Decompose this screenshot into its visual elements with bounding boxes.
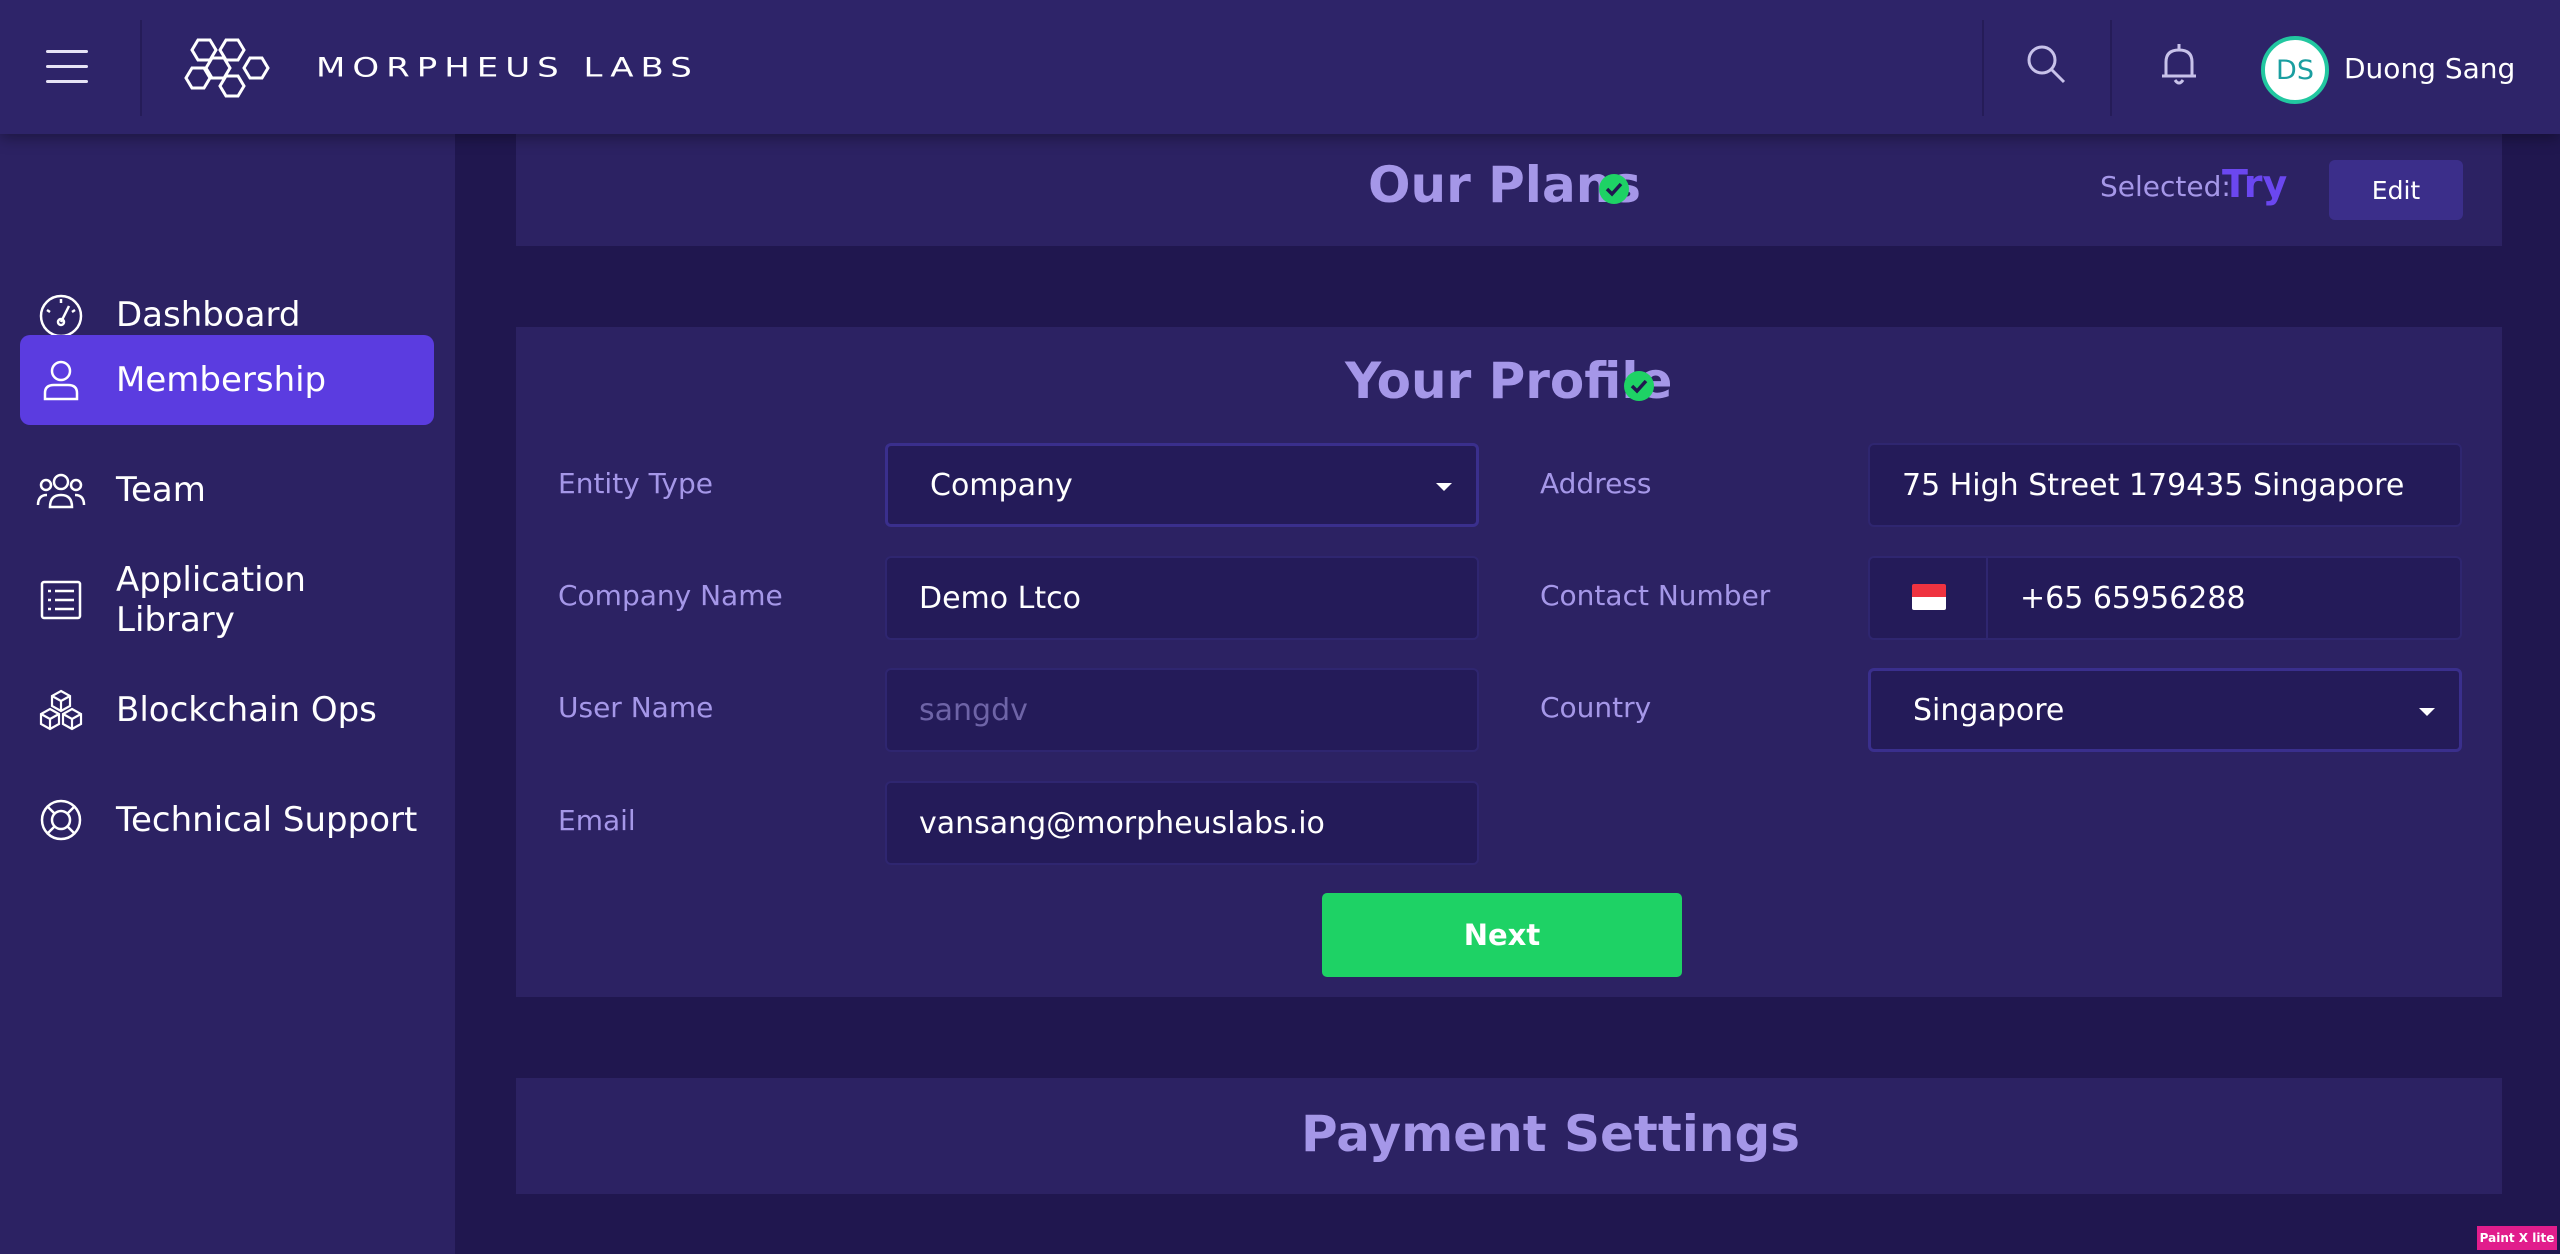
search-icon[interactable] (2022, 40, 2072, 90)
user-name[interactable]: Duong Sang (2344, 52, 2515, 85)
sidebar-item-application-library[interactable]: Application Library (20, 555, 434, 645)
sidebar-item-label: Membership (116, 360, 327, 400)
contact-number-label: Contact Number (1540, 579, 1771, 612)
payment-title: Payment Settings (1301, 1105, 1801, 1163)
entity-type-value: Company (930, 467, 1073, 503)
country-label: Country (1540, 691, 1652, 724)
hexagon-logo-icon (184, 38, 270, 98)
next-button[interactable]: Next (1322, 893, 1682, 977)
chevron-down-icon (1436, 483, 1452, 491)
entity-type-select[interactable]: Company (885, 443, 1479, 527)
sidebar-item-label: Technical Support (116, 800, 418, 840)
address-label: Address (1540, 467, 1652, 500)
lifebuoy-icon (40, 799, 82, 841)
brand-name: MORPHEUS LABS (316, 52, 699, 84)
contact-number-field[interactable]: +65 65956288 (1986, 556, 2462, 640)
chevron-down-icon (2419, 708, 2435, 716)
country-code-select[interactable] (1868, 556, 1988, 640)
sidebar-item-team[interactable]: Team (20, 445, 434, 535)
user-name-field: sangdv (885, 668, 1479, 752)
avatar[interactable]: DS (2261, 36, 2329, 104)
singapore-flag-icon (1912, 584, 1946, 610)
address-field[interactable]: 75 High Street 179435 Singapore (1868, 443, 2462, 527)
edit-plan-button[interactable]: Edit (2329, 160, 2463, 220)
brand-logo[interactable]: MORPHEUS LABS (182, 36, 699, 100)
speedometer-icon (39, 294, 83, 338)
email-label: Email (558, 804, 636, 837)
list-icon (40, 580, 82, 620)
header-divider (1982, 20, 1984, 116)
sidebar-item-label: Blockchain Ops (116, 690, 377, 730)
sidebar-item-membership[interactable]: Membership (20, 335, 434, 425)
top-header: MORPHEUS LABS DS Duong Sang (0, 0, 2560, 134)
sidebar-item-technical-support[interactable]: Technical Support (20, 775, 434, 865)
country-value: Singapore (1913, 692, 2065, 728)
sidebar-item-label: Application Library (116, 560, 306, 640)
header-divider (140, 20, 142, 116)
watermark-badge: Paint X lite (2477, 1226, 2557, 1250)
user-name-label: User Name (558, 691, 714, 724)
hamburger-menu-icon[interactable] (46, 50, 88, 84)
email-field[interactable]: vansang@morpheuslabs.io (885, 781, 1479, 865)
selected-plan-value: Try (2222, 162, 2288, 206)
sidebar-item-label: Dashboard (116, 295, 301, 335)
selected-plan-label: Selected: (2100, 170, 2231, 203)
check-circle-icon (1624, 371, 1654, 401)
cubes-icon (39, 689, 83, 731)
bell-icon[interactable] (2154, 40, 2204, 90)
sidebar: Dashboard Membership Team Application Li… (0, 134, 455, 1254)
check-circle-icon (1599, 174, 1629, 204)
sidebar-item-label: Team (116, 470, 206, 510)
country-select[interactable]: Singapore (1868, 668, 2462, 752)
team-icon (36, 473, 86, 509)
header-divider (2110, 20, 2112, 116)
entity-type-label: Entity Type (558, 467, 713, 500)
user-icon (43, 360, 79, 401)
sidebar-item-blockchain-ops[interactable]: Blockchain Ops (20, 665, 434, 755)
company-name-label: Company Name (558, 579, 783, 612)
company-name-field[interactable]: Demo Ltco (885, 556, 1479, 640)
